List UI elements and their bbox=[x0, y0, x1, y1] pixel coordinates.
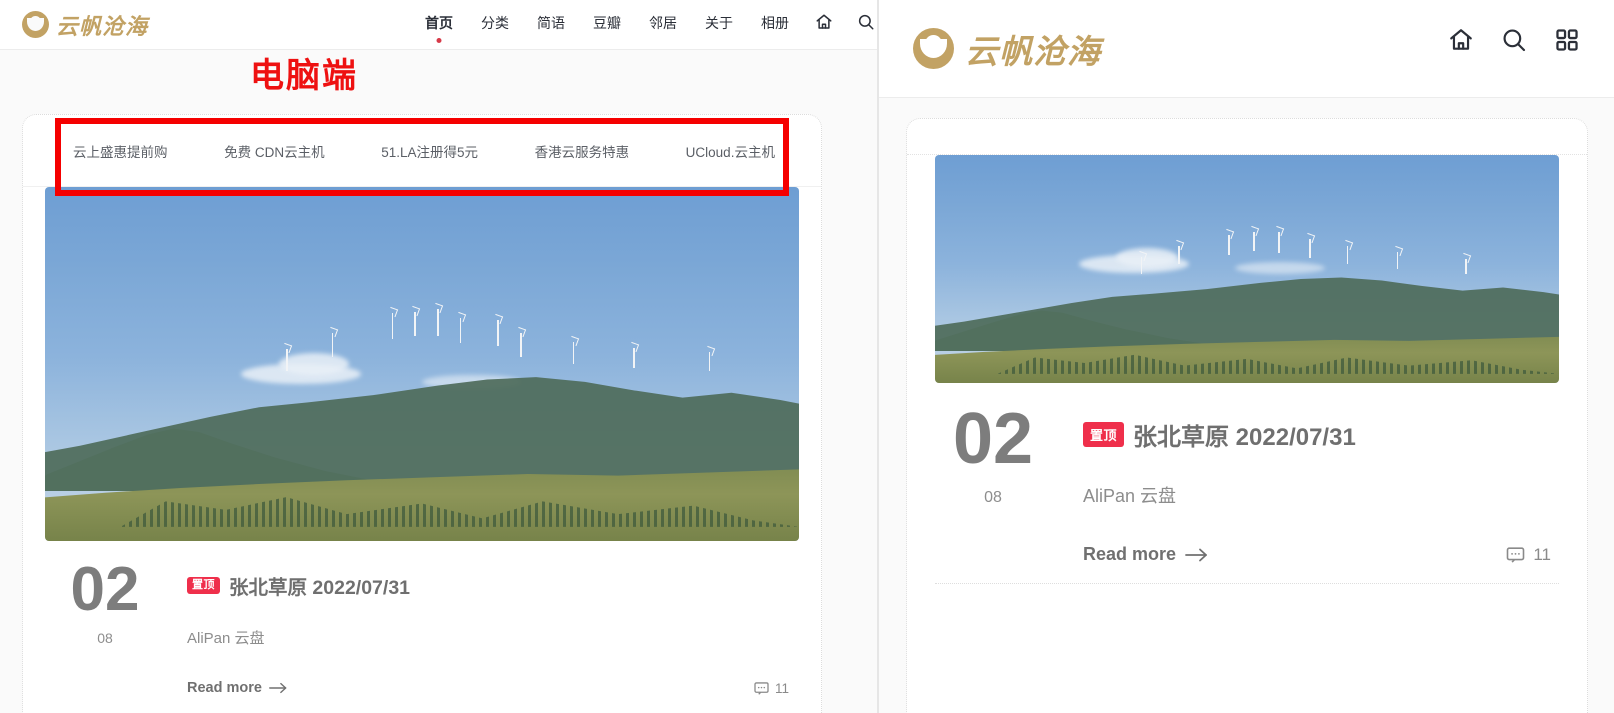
nav-item-album[interactable]: 相册 bbox=[759, 11, 791, 43]
wind-turbine-icon bbox=[520, 332, 522, 357]
read-more-label: Read more bbox=[187, 680, 262, 696]
wind-turbine-icon bbox=[1140, 256, 1143, 274]
desktop-nav: 首页 分类 简语 豆瓣 邻居 关于 相册 bbox=[423, 11, 875, 43]
post-title-row: 置顶 张北草原 2022/07/31 bbox=[1083, 417, 1557, 452]
desktop-brand-name: 云帆沧海 bbox=[56, 14, 149, 40]
wind-turbine-icon bbox=[572, 342, 575, 364]
wind-turbine-icon bbox=[633, 347, 635, 368]
mobile-search-icon[interactable] bbox=[1501, 27, 1527, 53]
mobile-post-item: 02 08 置顶 张北草原 2022/07/31 AliPan 云盘 Read … bbox=[907, 383, 1587, 565]
desktop-ad-bar: 云上盛惠提前购 免费 CDN云主机 51.LA注册得5元 香港云服务特惠 UCl… bbox=[23, 115, 821, 187]
mobile-header-icons bbox=[1448, 27, 1580, 53]
mobile-site-header: 云帆沧海 bbox=[879, 0, 1614, 98]
nav-item-notes[interactable]: 简语 bbox=[535, 11, 567, 43]
ad-link-1[interactable]: 云上盛惠提前购 bbox=[73, 141, 168, 161]
wind-turbine-icon bbox=[286, 349, 288, 372]
post-list-divider bbox=[935, 583, 1559, 584]
ad-link-3[interactable]: 51.LA注册得5元 bbox=[381, 141, 478, 161]
nav-item-douban[interactable]: 豆瓣 bbox=[591, 11, 623, 43]
wind-turbine-icon bbox=[414, 311, 416, 336]
mobile-home-icon[interactable] bbox=[1448, 27, 1474, 53]
wind-turbine-icon bbox=[1178, 246, 1180, 265]
mobile-post-hero-image[interactable] bbox=[935, 155, 1559, 383]
nav-item-about[interactable]: 关于 bbox=[703, 11, 735, 43]
nav-search-icon[interactable] bbox=[857, 13, 875, 31]
comparison-screenshot: 云帆沧海 首页 分类 简语 豆瓣 邻居 关于 相册 电脑端 云上盛惠提前购 免费… bbox=[0, 0, 1614, 713]
wind-turbine-icon bbox=[1278, 232, 1280, 254]
comment-icon bbox=[1507, 546, 1525, 563]
read-more-link[interactable]: Read more bbox=[187, 680, 288, 696]
post-excerpt: AliPan 云盘 bbox=[187, 630, 265, 647]
post-main: 置顶 张北草原 2022/07/31 AliPan 云盘 Read more 1… bbox=[1083, 399, 1557, 565]
pinned-badge: 置顶 bbox=[187, 576, 220, 595]
comment-icon bbox=[754, 681, 769, 695]
wind-turbine-icon bbox=[1228, 235, 1230, 256]
post-title[interactable]: 张北草原 2022/07/31 bbox=[229, 571, 410, 600]
post-footer: Read more 11 bbox=[187, 680, 795, 696]
wind-turbine-icon bbox=[1465, 258, 1467, 274]
cloud-sail-logo-icon bbox=[22, 11, 49, 38]
desktop-content-card: 云上盛惠提前购 免费 CDN云主机 51.LA注册得5元 香港云服务特惠 UCl… bbox=[22, 114, 822, 713]
mobile-brand-name: 云帆沧海 bbox=[965, 31, 1101, 71]
post-date-month: 08 bbox=[97, 629, 113, 646]
desktop-logo[interactable]: 云帆沧海 bbox=[22, 9, 148, 41]
post-date-day: 02 bbox=[70, 555, 140, 624]
mobile-ad-bar-empty bbox=[907, 119, 1587, 155]
desktop-post-item: 02 08 置顶 张北草原 2022/07/31 AliPan 云盘 Read … bbox=[23, 541, 821, 696]
read-more-label: Read more bbox=[1083, 544, 1177, 564]
wind-turbine-icon bbox=[708, 352, 711, 372]
nav-item-neighbors[interactable]: 邻居 bbox=[647, 11, 679, 43]
post-excerpt: AliPan 云盘 bbox=[1083, 486, 1177, 506]
post-date-block: 02 08 bbox=[929, 399, 1057, 565]
wind-turbine-icon bbox=[1309, 238, 1311, 258]
comment-count: 11 bbox=[774, 680, 789, 696]
cloud-shape bbox=[1234, 262, 1325, 275]
desktop-site-header: 云帆沧海 首页 分类 简语 豆瓣 邻居 关于 相册 bbox=[0, 0, 877, 50]
read-more-link[interactable]: Read more bbox=[1083, 544, 1209, 565]
ad-link-2[interactable]: 免费 CDN云主机 bbox=[224, 141, 325, 161]
post-title-row: 置顶 张北草原 2022/07/31 bbox=[187, 571, 795, 600]
nav-item-categories[interactable]: 分类 bbox=[479, 11, 511, 43]
ad-link-4[interactable]: 香港云服务特惠 bbox=[535, 141, 630, 161]
wind-turbine-icon bbox=[1253, 231, 1255, 251]
mobile-content-card: 02 08 置顶 张北草原 2022/07/31 AliPan 云盘 Read … bbox=[906, 118, 1588, 713]
wind-turbine-icon bbox=[497, 320, 499, 347]
pinned-badge: 置顶 bbox=[1083, 422, 1125, 447]
post-date-day: 02 bbox=[952, 399, 1034, 479]
arrow-right-icon bbox=[1185, 548, 1207, 561]
comment-count-item[interactable]: 11 bbox=[1506, 545, 1551, 565]
post-footer: Read more 11 bbox=[1083, 544, 1557, 565]
comment-count-item[interactable]: 11 bbox=[754, 681, 789, 696]
wind-turbine-icon bbox=[331, 332, 334, 357]
wind-turbine-icon bbox=[1346, 246, 1349, 265]
desktop-view-panel: 云帆沧海 首页 分类 简语 豆瓣 邻居 关于 相册 电脑端 云上盛惠提前购 免费… bbox=[0, 0, 877, 713]
wind-turbine-icon bbox=[1396, 252, 1399, 269]
wind-turbine-icon bbox=[459, 317, 462, 343]
cloud-sail-logo-icon bbox=[913, 28, 954, 69]
nav-home-icon[interactable] bbox=[815, 13, 833, 31]
wind-turbine-icon bbox=[391, 313, 394, 340]
post-title[interactable]: 张北草原 2022/07/31 bbox=[1133, 417, 1356, 452]
mobile-view-panel: 云帆沧海 手机端 bbox=[879, 0, 1614, 713]
post-date-block: 02 08 bbox=[49, 557, 161, 696]
wind-turbine-icon bbox=[437, 308, 439, 336]
post-main: 置顶 张北草原 2022/07/31 AliPan 云盘 Read more 1… bbox=[187, 557, 795, 696]
desktop-post-hero-image[interactable] bbox=[45, 187, 799, 541]
desktop-annotation-label: 电脑端 bbox=[250, 56, 358, 96]
comment-count: 11 bbox=[1533, 544, 1551, 564]
ad-link-5[interactable]: UCloud.云主机 bbox=[686, 141, 775, 161]
nav-item-home[interactable]: 首页 bbox=[423, 11, 455, 43]
arrow-right-icon bbox=[269, 682, 287, 694]
post-date-month: 08 bbox=[984, 489, 1002, 507]
mobile-logo[interactable]: 云帆沧海 bbox=[913, 25, 1101, 73]
mobile-grid-menu-icon[interactable] bbox=[1554, 27, 1580, 53]
